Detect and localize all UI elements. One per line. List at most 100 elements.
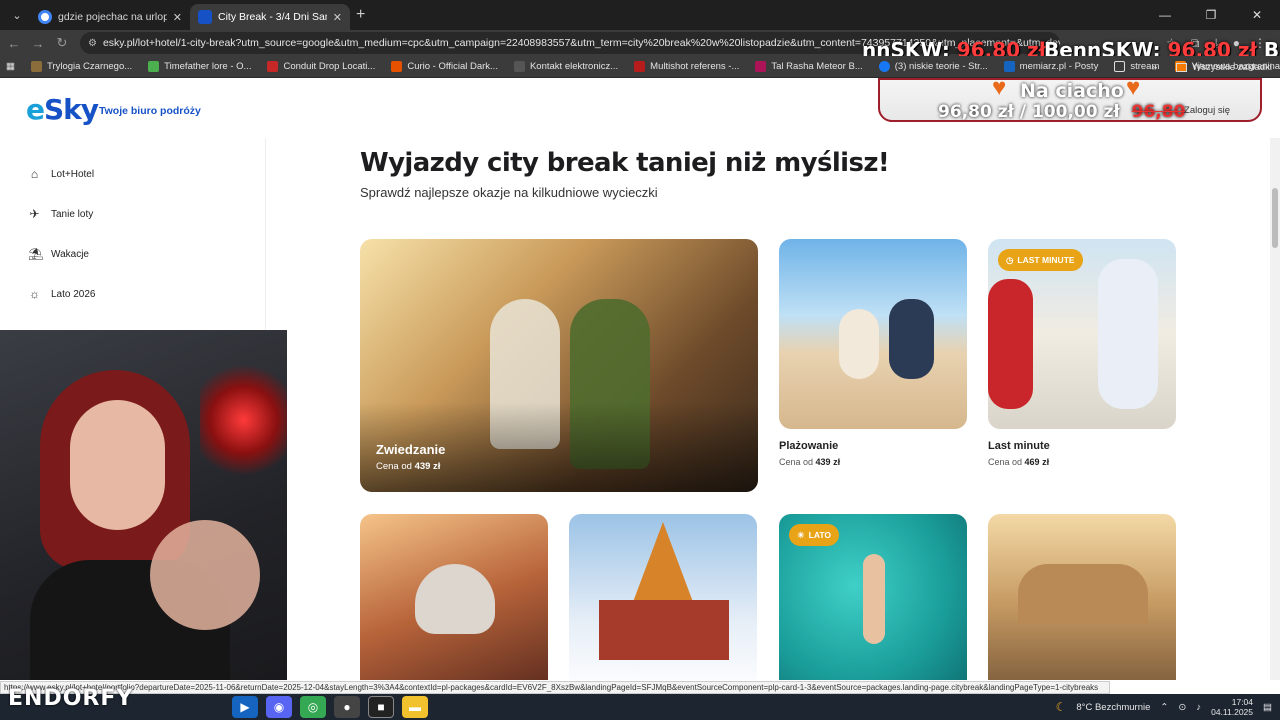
site-info-icon[interactable]: ⚙	[88, 38, 97, 49]
page-scrollbar[interactable]	[1270, 138, 1280, 680]
bookmark-item[interactable]: Kontakt elektronicz...	[506, 61, 626, 72]
login-link[interactable]: Zaloguj się	[1184, 105, 1230, 116]
network-icon[interactable]: ⊙	[1178, 702, 1186, 713]
folder-icon	[1114, 61, 1126, 72]
bookmark-item[interactable]: Trylogia Czarnego...	[23, 61, 140, 72]
tagline: Twoje biuro podróży	[99, 105, 201, 117]
lato-badge: ☀ LATO	[789, 524, 839, 546]
card-price: Cena od 469 zł	[988, 457, 1050, 467]
bookmark-item[interactable]: Multishot referens -...	[626, 61, 747, 72]
card-plazowanie[interactable]	[779, 239, 967, 429]
red-light-glow	[200, 360, 287, 480]
new-tab-button[interactable]: +	[356, 6, 365, 24]
card-photo	[889, 299, 934, 379]
obs-icon[interactable]: ●	[334, 696, 360, 718]
endorfy-logo: ENDORFY	[8, 686, 134, 711]
bookmark-item[interactable]: Curio - Official Dark...	[383, 61, 506, 72]
bookmark-favicon-icon	[148, 61, 160, 72]
browser-tab-active[interactable]: City Break - 3/4 Dni Samolotem ✕	[190, 4, 350, 30]
facebook-icon	[878, 61, 890, 72]
card-photo	[415, 564, 495, 634]
discord-icon[interactable]: ◉	[266, 696, 292, 718]
clock-icon: ◷	[1006, 254, 1014, 265]
close-tab-icon[interactable]: ✕	[333, 11, 342, 24]
sidebar-item-lato-2026[interactable]: ☼ Lato 2026	[28, 288, 96, 301]
card-zwiedzanie[interactable]: Zwiedzanie Cena od 439 zł	[360, 239, 758, 492]
sidebar-item-wakacje[interactable]: ⛱ Wakacje	[28, 248, 89, 261]
card-lapland[interactable]	[569, 514, 757, 680]
bookmark-item[interactable]: memiarz.pl - Posty	[996, 61, 1107, 72]
bookmark-item[interactable]: Timefather lore - O...	[140, 61, 259, 72]
browser-tab-strip: ⌄ gdzie pojechac na urlop w listo ✕ City…	[0, 0, 1280, 30]
heart-icon: ♥	[1126, 78, 1141, 101]
moon-weather-icon: ☾	[1055, 700, 1067, 714]
card-price: Cena od 439 zł	[376, 461, 441, 472]
bookmark-favicon-icon	[755, 61, 767, 72]
card-photo	[1098, 259, 1158, 409]
sidebar-item-tanie-loty[interactable]: ✈ Tanie loty	[28, 208, 93, 221]
webcam-overlay	[0, 330, 287, 680]
bookmarks-right: » Wszystkie zakładki	[1152, 56, 1272, 77]
close-tab-icon[interactable]: ✕	[173, 11, 182, 24]
sun-icon: ☀	[797, 529, 805, 540]
restore-icon[interactable]: ❐	[1188, 8, 1234, 22]
hotel-icon: ⌂	[30, 167, 39, 181]
window-controls: — ❐ ✕	[1142, 0, 1280, 30]
plane-icon: ✈	[29, 207, 40, 221]
heart-icon: ♥	[992, 78, 1007, 101]
bookmarks-overflow-button[interactable]: »	[1152, 62, 1157, 73]
esky-logo[interactable]: eSky	[26, 93, 99, 126]
card-title: Plażowanie	[779, 440, 839, 452]
browser-tab[interactable]: gdzie pojechac na urlop w listo ✕	[30, 4, 190, 30]
close-window-icon[interactable]: ✕	[1234, 8, 1280, 22]
card-photo	[863, 554, 885, 644]
page-title: Wyjazdy city break taniej niż myślisz!	[360, 148, 890, 178]
clock[interactable]: 17:04 04.11.2025	[1211, 697, 1253, 717]
notifications-icon[interactable]: ▤	[1263, 702, 1272, 713]
weather-text[interactable]: 8°C Bezchmurnie	[1076, 702, 1150, 713]
card-photo	[1018, 564, 1148, 624]
tab-search-button[interactable]: ⌄	[4, 5, 30, 25]
sidebar-item-lot-hotel[interactable]: ⌂ Lot+Hotel	[28, 168, 94, 181]
card-last-minute[interactable]: ◷ LAST MINUTE	[988, 239, 1176, 429]
bookmark-item[interactable]: Conduit Drop Locati...	[259, 61, 383, 72]
site-header: eSky Twoje biuro podróży ♥ ♥ Na ciacho 9…	[0, 78, 1270, 138]
apps-icon[interactable]: ▦	[0, 61, 23, 72]
reload-icon[interactable]: ↻	[50, 35, 74, 51]
card-photo	[599, 600, 729, 660]
card-rome[interactable]	[988, 514, 1176, 680]
bookmark-item[interactable]: Tal Rasha Meteor B...	[747, 61, 870, 72]
back-icon[interactable]: ←	[2, 36, 26, 51]
card-title: Last minute	[988, 440, 1050, 452]
last-minute-badge: ◷ LAST MINUTE	[998, 249, 1083, 271]
card-photo	[988, 279, 1033, 409]
card-photo	[633, 522, 693, 602]
bookmark-favicon-icon	[1003, 61, 1015, 72]
bookmark-item[interactable]: (3) niskie teorie - Str...	[871, 61, 996, 72]
bookmark-favicon-icon	[513, 61, 525, 72]
all-bookmarks-button[interactable]: Wszystkie zakładki	[1192, 62, 1272, 73]
chrome-icon[interactable]: ◎	[300, 696, 326, 718]
google-icon	[38, 10, 52, 24]
person-hand	[150, 520, 260, 630]
sun-icon: ☼	[29, 287, 40, 301]
scrollbar-thumb[interactable]	[1272, 188, 1278, 248]
card-photo	[839, 309, 879, 379]
minimize-icon[interactable]: —	[1142, 8, 1188, 22]
bookmarks-bar: ▦ Trylogia Czarnego... Timefather lore -…	[0, 56, 1280, 78]
tray-overflow-icon[interactable]: ⌃	[1160, 702, 1168, 713]
taskbar-app-icon[interactable]: ▶	[232, 696, 258, 718]
card-price: Cena od 439 zł	[779, 457, 841, 467]
page-subtitle: Sprawdź najlepsze okazje na kilkudniowe …	[360, 185, 658, 200]
card-lato[interactable]: ☀ LATO	[779, 514, 967, 680]
bookmark-favicon-icon	[391, 61, 403, 72]
taskbar-app-icon[interactable]: ■	[368, 696, 394, 718]
bookmark-favicon-icon	[634, 61, 646, 72]
forward-icon[interactable]: →	[26, 36, 50, 51]
file-explorer-icon[interactable]: ▬	[402, 696, 428, 718]
esky-favicon-icon	[198, 10, 212, 24]
bookmark-favicon-icon	[30, 61, 42, 72]
card-winter-city[interactable]	[360, 514, 548, 680]
person-face	[70, 400, 165, 530]
volume-icon[interactable]: ♪	[1196, 702, 1201, 713]
